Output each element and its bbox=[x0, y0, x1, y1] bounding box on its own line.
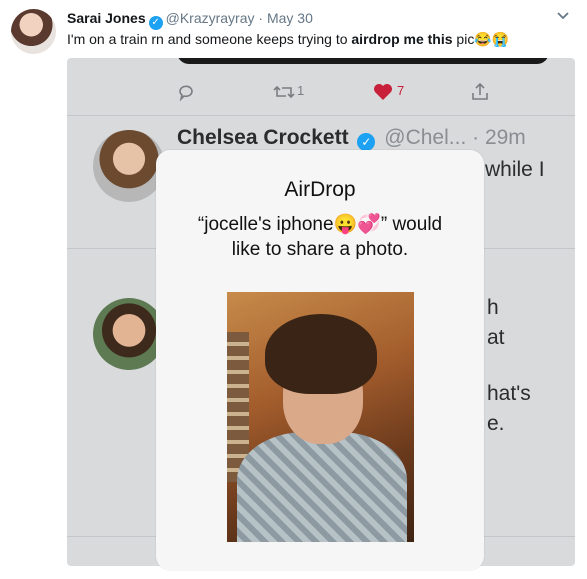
text-fragment: h bbox=[487, 296, 499, 319]
retweet-icon bbox=[273, 85, 295, 99]
embedded-image-top bbox=[177, 58, 549, 64]
display-name[interactable]: Sarai Jones bbox=[67, 10, 146, 26]
airdrop-dialog: AirDrop “jocelle's iphone😛💞” would like … bbox=[156, 150, 484, 570]
airdrop-title: AirDrop bbox=[284, 178, 356, 201]
divider bbox=[67, 115, 575, 116]
verified-icon: ✓ bbox=[148, 16, 163, 30]
handle[interactable]: @Krazyrayray bbox=[166, 10, 255, 26]
text-fragment: e. bbox=[487, 412, 505, 435]
reply-header: Chelsea Crockett ✓ @Chel... · 29m bbox=[177, 126, 526, 151]
tweet-text: I'm on a train rn and someone keeps tryi… bbox=[67, 31, 510, 47]
text-fragment: at bbox=[487, 326, 505, 349]
share-icon bbox=[472, 82, 488, 100]
tweet-header: Sarai Jones ✓ @Krazyrayray · May 30 bbox=[67, 9, 313, 30]
text-fragment: hat's bbox=[487, 382, 531, 405]
like-count: 7 bbox=[397, 83, 405, 98]
heart-icon bbox=[374, 84, 392, 100]
tweet-date[interactable]: May 30 bbox=[267, 10, 313, 26]
verified-icon: ✓ bbox=[357, 133, 376, 151]
reply-avatar bbox=[93, 298, 165, 370]
embedded-actions: 1 7 bbox=[67, 80, 575, 106]
separator: · bbox=[258, 10, 264, 26]
reply-icon bbox=[179, 85, 193, 101]
tweet: Sarai Jones ✓ @Krazyrayray · May 30 I'm on… bbox=[0, 0, 587, 579]
avatar[interactable] bbox=[11, 9, 56, 54]
retweet-count: 1 bbox=[297, 83, 305, 98]
chevron-down-icon[interactable] bbox=[556, 9, 570, 23]
reply-avatar bbox=[93, 130, 165, 202]
airdrop-message: “jocelle's iphone😛💞” would like to share… bbox=[197, 214, 443, 260]
text-fragment: while I bbox=[485, 158, 545, 181]
tweet-text-bold: airdrop me this bbox=[351, 31, 453, 47]
airdrop-photo bbox=[227, 292, 414, 542]
